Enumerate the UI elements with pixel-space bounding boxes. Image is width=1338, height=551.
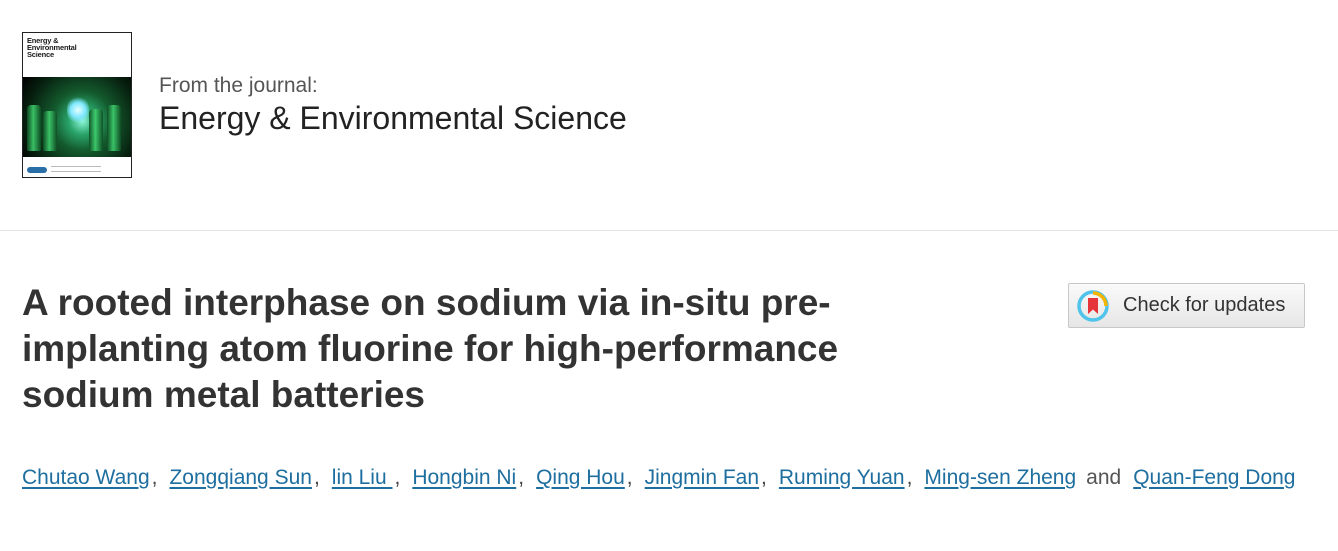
journal-name-link[interactable]: Energy & Environmental Science [159, 100, 627, 137]
author-link[interactable]: Jingmin Fan [645, 466, 759, 489]
crossmark-icon [1077, 289, 1109, 322]
author-separator: , [518, 466, 525, 489]
author-separator: , [626, 466, 633, 489]
journal-from-label: From the journal: [159, 74, 318, 97]
check-for-updates-button[interactable]: Check for updates [1068, 283, 1305, 328]
author-link[interactable]: Ming-sen Zheng [924, 466, 1076, 489]
author-separator: , [761, 466, 767, 489]
author-link[interactable]: Qing Hou [536, 466, 625, 489]
author-link[interactable]: lin Liu [332, 466, 393, 489]
cover-title: Energy & Environmental Science [27, 36, 77, 59]
check-for-updates-label: Check for updates [1123, 294, 1286, 316]
author-list: Chutao Wang, Zongqiang Sun, lin Liu , Hongb… [22, 455, 1322, 501]
author-link[interactable]: Quan-Feng Dong [1133, 466, 1295, 489]
cover-footer-text [51, 166, 101, 172]
header-divider [0, 230, 1338, 231]
article-title: A rooted interphase on sodium via in-sit… [22, 282, 839, 415]
author-link[interactable]: Ruming Yuan [779, 466, 905, 489]
author-separator: , [313, 466, 320, 489]
author-conjunction: and [1086, 466, 1122, 489]
journal-cover-image[interactable]: Energy & Environmental Science [22, 32, 132, 178]
author-separator: , [151, 466, 158, 489]
author-separator: , [906, 466, 913, 489]
author-link[interactable]: Zongqiang Sun [169, 466, 311, 489]
author-separator: , [394, 466, 401, 489]
author-link[interactable]: Chutao Wang [22, 466, 150, 489]
publisher-logo-icon [27, 167, 47, 173]
cover-artwork [23, 77, 131, 157]
author-link[interactable]: Hongbin Ni [412, 466, 516, 489]
